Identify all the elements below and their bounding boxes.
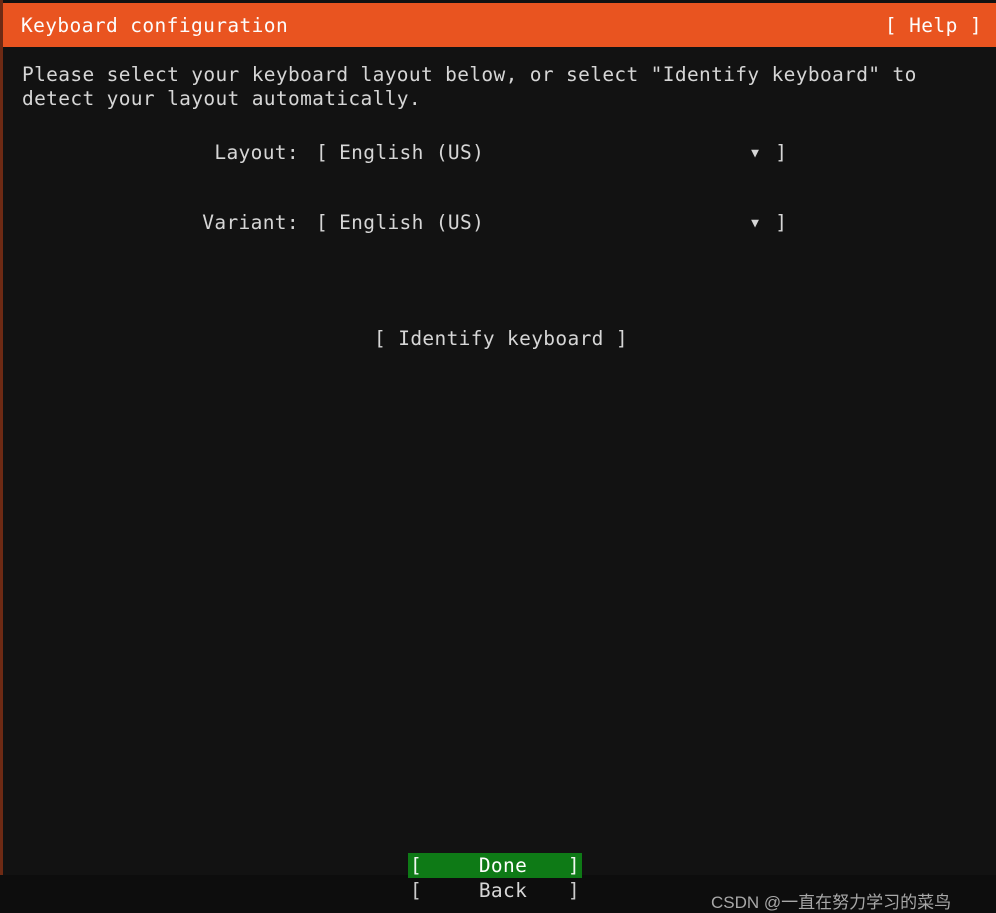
installer-screen: Keyboard configuration [ Help ] Please s… (0, 0, 996, 912)
header-bar: Keyboard configuration [ Help ] (3, 3, 996, 47)
bracket-close: ] (567, 879, 580, 902)
bracket-close: ] (775, 210, 788, 234)
bracket-open: [ (316, 210, 329, 234)
variant-select[interactable]: [ English (US) ▼ ] (316, 211, 787, 234)
back-button[interactable]: [ Back ] (408, 878, 582, 903)
intro-text: Please select your keyboard layout below… (22, 63, 929, 110)
variant-label: Variant: (202, 210, 299, 234)
identify-keyboard-button[interactable]: [ Identify keyboard ] (3, 327, 996, 350)
content-area: Please select your keyboard layout below… (3, 47, 996, 912)
bracket-close: ] (775, 140, 788, 164)
layout-label: Layout: (214, 140, 299, 164)
bracket-open: [ (316, 140, 329, 164)
variant-row: Variant: [ English (US) ▼ ] (3, 209, 996, 235)
bracket-open: [ (410, 854, 423, 877)
bracket-close: ] (567, 854, 580, 877)
variant-select-value: English (US) (339, 210, 485, 234)
chevron-down-icon[interactable]: ▼ (751, 217, 759, 230)
layout-select-value: English (US) (339, 140, 485, 164)
page-title: Keyboard configuration (21, 13, 289, 37)
layout-row: Layout: [ English (US) ▼ ] (3, 139, 996, 165)
help-button[interactable]: [ Help ] (885, 14, 982, 37)
back-button-label: Back (478, 879, 528, 902)
footer-button-group: [ Done ] [ Back ] (408, 853, 582, 903)
bracket-open: [ (410, 879, 423, 902)
layout-select[interactable]: [ English (US) ▼ ] (316, 141, 787, 164)
done-button[interactable]: [ Done ] (408, 853, 582, 878)
chevron-down-icon[interactable]: ▼ (751, 147, 759, 160)
watermark-text: CSDN @一直在努力学习的菜鸟 (711, 893, 952, 912)
done-button-label: Done (478, 854, 528, 877)
